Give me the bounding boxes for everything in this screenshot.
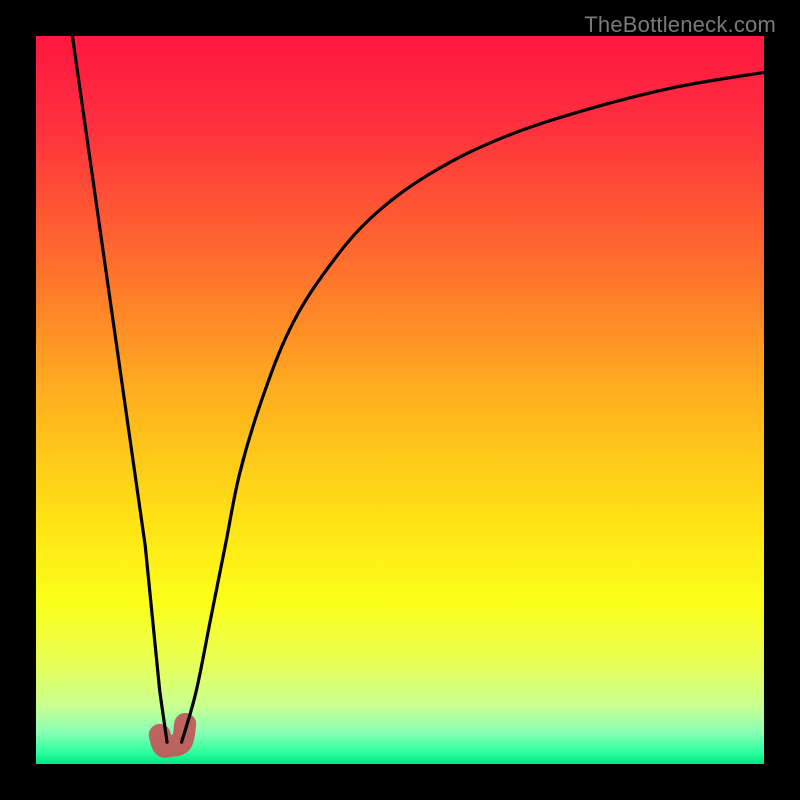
right-ascent-curve <box>182 72 764 742</box>
plot-area <box>36 36 764 764</box>
watermark-text: TheBottleneck.com <box>584 12 776 38</box>
chart-frame: TheBottleneck.com <box>0 0 800 800</box>
chart-lines <box>36 36 764 764</box>
left-descent-curve <box>72 36 167 742</box>
